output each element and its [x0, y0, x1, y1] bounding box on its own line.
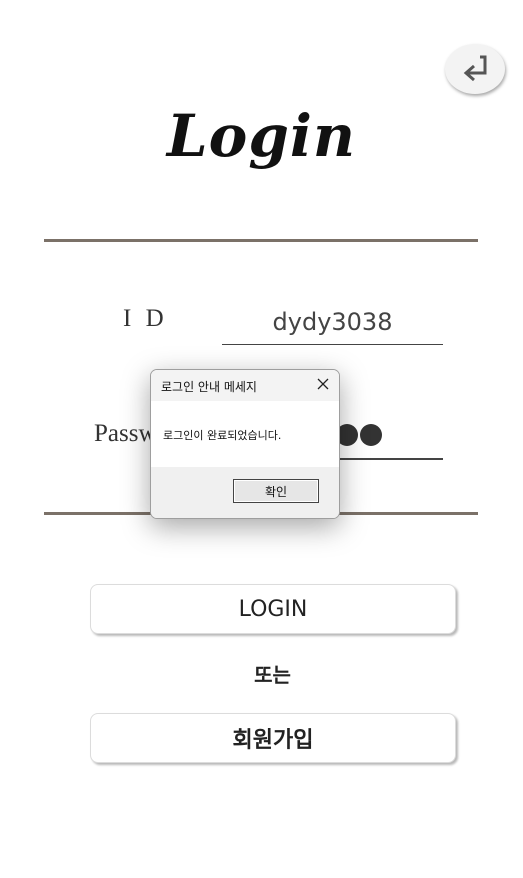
dialog-message: 로그인이 완료되었습니다. — [163, 429, 282, 442]
dialog-titlebar[interactable]: 로그인 안내 메세지 — [151, 370, 339, 401]
signup-button[interactable]: 회원가입 — [90, 713, 456, 763]
login-notice-dialog: 로그인 안내 메세지 로그인이 완료되었습니다. 확인 — [150, 369, 340, 519]
id-input[interactable] — [222, 300, 443, 345]
password-dot — [360, 424, 382, 446]
id-label: I D — [123, 305, 168, 332]
top-divider — [44, 239, 478, 242]
login-button[interactable]: LOGIN — [90, 584, 456, 634]
dialog-title: 로그인 안내 메세지 — [161, 380, 257, 394]
dialog-footer: 확인 — [151, 467, 339, 518]
dialog-close-button[interactable] — [315, 376, 331, 392]
dialog-ok-button[interactable]: 확인 — [233, 479, 319, 503]
return-arrow-icon — [463, 55, 487, 82]
back-button[interactable] — [445, 44, 505, 94]
page-title: Login — [166, 102, 357, 170]
close-icon — [317, 378, 329, 390]
or-text: 또는 — [254, 663, 291, 687]
password-mask — [336, 424, 382, 446]
dialog-body: 로그인이 완료되었습니다. — [151, 401, 339, 467]
